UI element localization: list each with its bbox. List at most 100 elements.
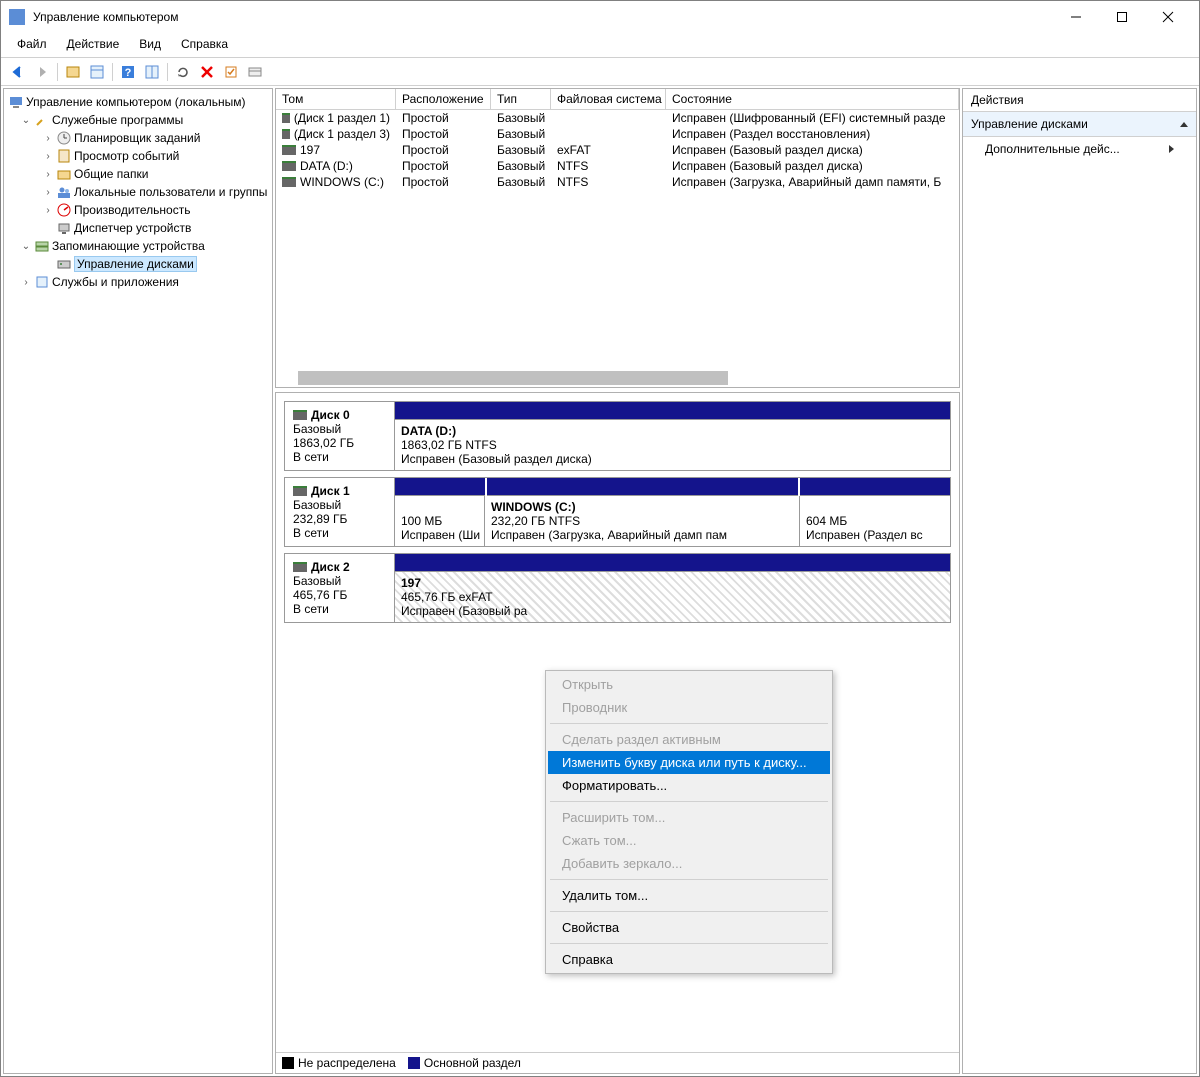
tree-task-scheduler[interactable]: › Планировщик заданий — [6, 129, 270, 147]
collapse-icon[interactable]: ⌄ — [20, 115, 32, 126]
collapse-icon[interactable]: ⌄ — [20, 241, 32, 252]
list-row[interactable]: (Диск 1 раздел 1) Простой Базовый Исправ… — [276, 110, 959, 126]
ctx-separator — [550, 879, 828, 880]
disk-partitions: 197 465,76 ГБ exFAT Исправен (Базовый ра — [395, 554, 950, 622]
tree-shared-folders[interactable]: › Общие папки — [6, 165, 270, 183]
legend: Не распределена Основной раздел — [276, 1052, 959, 1073]
ctx-separator — [550, 801, 828, 802]
list-row[interactable]: DATA (D:) Простой Базовый NTFS Исправен … — [276, 158, 959, 174]
ctx-delete[interactable]: Удалить том... — [548, 884, 830, 907]
disk-row-2[interactable]: Диск 2 Базовый 465,76 ГБ В сети 197 465,… — [284, 553, 951, 623]
col-volume[interactable]: Том — [276, 89, 396, 109]
partition-data-d[interactable]: DATA (D:) 1863,02 ГБ NTFS Исправен (Базо… — [395, 420, 950, 470]
event-icon — [56, 148, 72, 164]
scrollbar-thumb[interactable] — [298, 371, 728, 385]
tree-label: Производительность — [74, 203, 190, 217]
actions-section[interactable]: Управление дисками — [963, 112, 1196, 137]
refresh-icon[interactable] — [172, 61, 194, 83]
expand-icon[interactable]: › — [42, 205, 54, 216]
perf-icon — [56, 202, 72, 218]
tree-root[interactable]: Управление компьютером (локальным) — [6, 93, 270, 111]
disk-info: Диск 1 Базовый 232,89 ГБ В сети — [285, 478, 395, 546]
forward-button[interactable] — [31, 61, 53, 83]
volume-list[interactable]: Том Расположение Тип Файловая система Со… — [275, 88, 960, 388]
back-button[interactable] — [7, 61, 29, 83]
folder-icon — [56, 166, 72, 182]
partition-efi[interactable]: 100 МБ Исправен (Ши — [395, 496, 485, 546]
storage-icon — [34, 238, 50, 254]
disk-row-1[interactable]: Диск 1 Базовый 232,89 ГБ В сети — [284, 477, 951, 547]
volume-icon — [282, 177, 296, 187]
ctx-open: Открыть — [548, 673, 830, 696]
maximize-button[interactable] — [1099, 1, 1145, 33]
volume-icon — [282, 113, 290, 123]
volume-icon — [282, 161, 296, 171]
expand-icon[interactable]: › — [42, 133, 54, 144]
ctx-separator — [550, 911, 828, 912]
partition-bar — [800, 478, 950, 496]
menu-help[interactable]: Справка — [171, 35, 238, 53]
ctx-properties[interactable]: Свойства — [548, 916, 830, 939]
legend-unallocated: Не распределена — [282, 1056, 396, 1070]
tree-label: Запоминающие устройства — [52, 239, 205, 253]
expand-icon[interactable]: › — [42, 187, 54, 198]
computer-icon — [8, 94, 24, 110]
expand-icon[interactable]: › — [20, 277, 32, 288]
ctx-help[interactable]: Справка — [548, 948, 830, 971]
delete-icon[interactable] — [196, 61, 218, 83]
ctx-shrink: Сжать том... — [548, 829, 830, 852]
toolbar-btn-2[interactable] — [86, 61, 108, 83]
tree-performance[interactable]: › Производительность — [6, 201, 270, 219]
collapse-icon[interactable] — [1180, 122, 1188, 127]
menu-file[interactable]: Файл — [7, 35, 57, 53]
toolbar-sep — [112, 63, 113, 81]
tree-event-viewer[interactable]: › Просмотр событий — [6, 147, 270, 165]
help-icon[interactable]: ? — [117, 61, 139, 83]
partition-windows-c[interactable]: WINDOWS (C:) 232,20 ГБ NTFS Исправен (За… — [485, 496, 800, 546]
tree-services-apps[interactable]: › Службы и приложения — [6, 273, 270, 291]
legend-swatch — [282, 1057, 294, 1069]
ctx-separator — [550, 943, 828, 944]
tree-local-users[interactable]: › Локальные пользователи и группы — [6, 183, 270, 201]
partition-recovery[interactable]: 604 МБ Исправен (Раздел вс — [800, 496, 950, 546]
toolbar-btn-8[interactable] — [244, 61, 266, 83]
actions-more[interactable]: Дополнительные дейс... — [963, 137, 1196, 161]
ctx-change-letter[interactable]: Изменить букву диска или путь к диску... — [548, 751, 830, 774]
list-row[interactable]: (Диск 1 раздел 3) Простой Базовый Исправ… — [276, 126, 959, 142]
toolbar-btn-4[interactable] — [141, 61, 163, 83]
services-icon — [34, 274, 50, 290]
tree-label: Просмотр событий — [74, 149, 179, 163]
svg-text:?: ? — [125, 67, 132, 79]
tree-storage[interactable]: ⌄ Запоминающие устройства — [6, 237, 270, 255]
menu-view[interactable]: Вид — [129, 35, 171, 53]
expand-icon[interactable]: › — [42, 151, 54, 162]
list-row[interactable]: 197 Простой Базовый exFAT Исправен (Базо… — [276, 142, 959, 158]
minimize-button[interactable] — [1053, 1, 1099, 33]
tree-system-tools[interactable]: ⌄ Служебные программы — [6, 111, 270, 129]
menu-action[interactable]: Действие — [57, 35, 130, 53]
disk-icon — [293, 410, 307, 420]
volume-icon — [282, 129, 290, 139]
col-layout[interactable]: Расположение — [396, 89, 491, 109]
partition-197[interactable]: 197 465,76 ГБ exFAT Исправен (Базовый ра — [395, 572, 950, 622]
col-type[interactable]: Тип — [491, 89, 551, 109]
tree-device-manager[interactable]: › Диспетчер устройств — [6, 219, 270, 237]
list-header: Том Расположение Тип Файловая система Со… — [276, 89, 959, 110]
col-filesystem[interactable]: Файловая система — [551, 89, 666, 109]
toolbar-btn-1[interactable] — [62, 61, 84, 83]
ctx-format[interactable]: Форматировать... — [548, 774, 830, 797]
ctx-extend: Расширить том... — [548, 806, 830, 829]
tree-disk-management[interactable]: › Управление дисками — [6, 255, 270, 273]
close-button[interactable] — [1145, 1, 1191, 33]
disk-row-0[interactable]: Диск 0 Базовый 1863,02 ГБ В сети DATA (D… — [284, 401, 951, 471]
tree-label: Управление дисками — [74, 256, 197, 272]
col-status[interactable]: Состояние — [666, 89, 959, 109]
tree-panel[interactable]: Управление компьютером (локальным) ⌄ Слу… — [3, 88, 273, 1074]
context-menu[interactable]: Открыть Проводник Сделать раздел активны… — [545, 670, 833, 974]
actions-title: Действия — [963, 89, 1196, 112]
toolbar-btn-7[interactable] — [220, 61, 242, 83]
expand-icon[interactable]: › — [42, 169, 54, 180]
tree-label: Служебные программы — [52, 113, 183, 127]
ctx-make-active: Сделать раздел активным — [548, 728, 830, 751]
list-row[interactable]: WINDOWS (C:) Простой Базовый NTFS Исправ… — [276, 174, 959, 190]
